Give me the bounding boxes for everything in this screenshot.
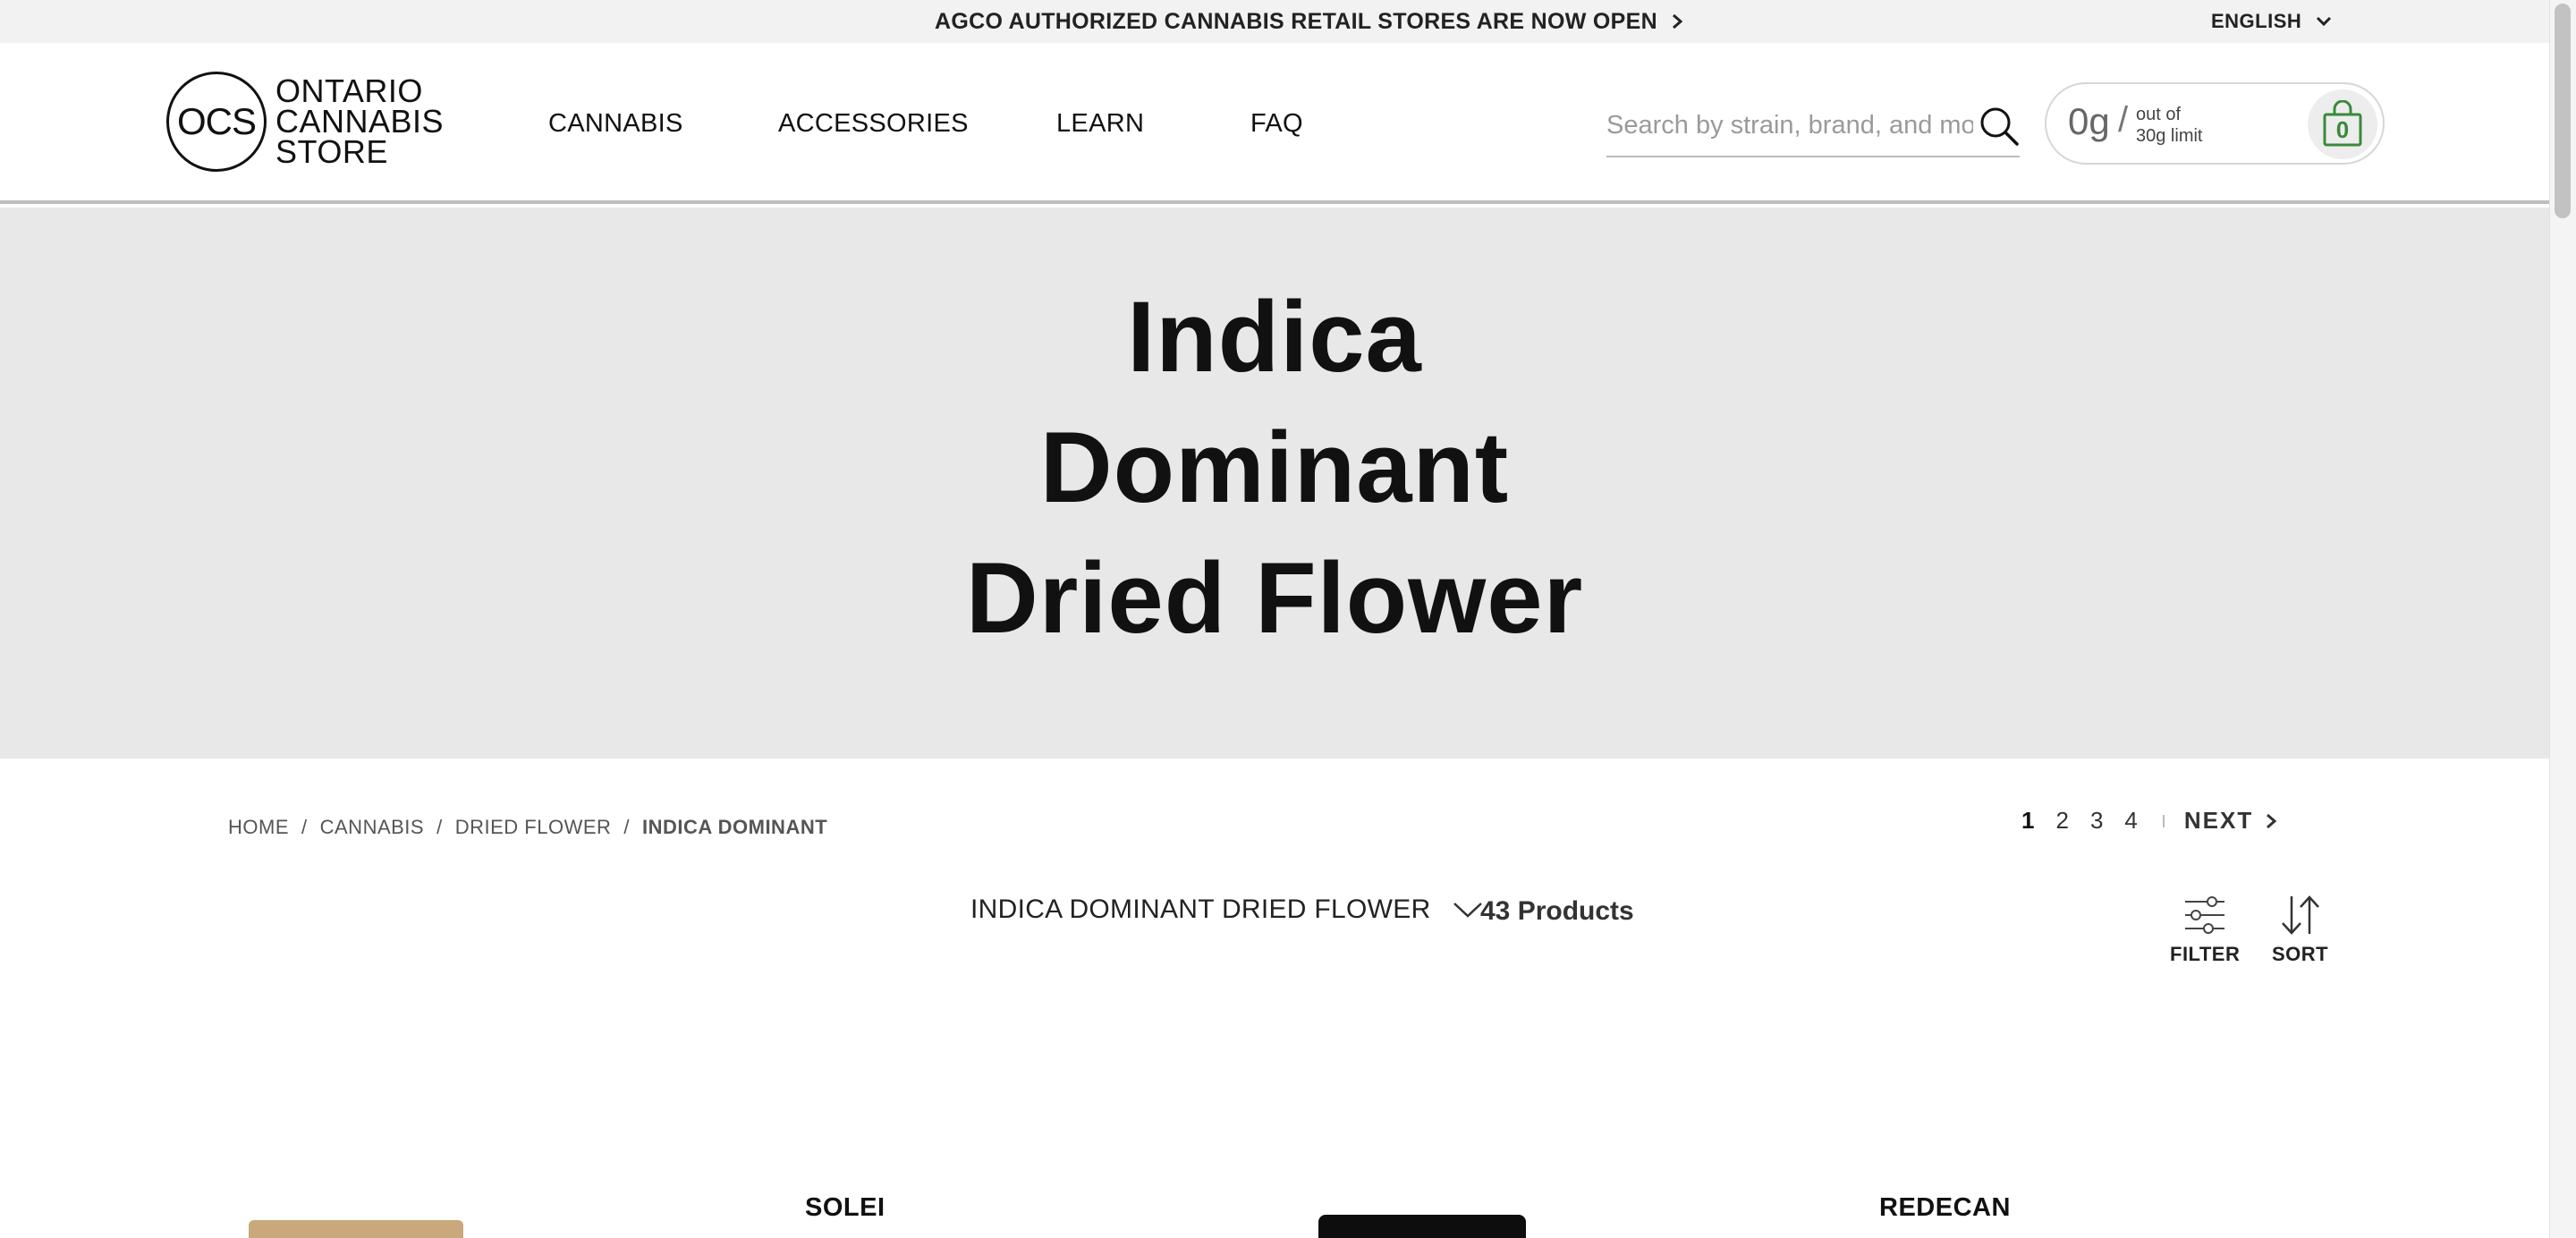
search-bar	[1606, 95, 2020, 157]
nav-accessories[interactable]: ACCESSORIES	[778, 109, 969, 139]
chevron-down-icon	[2317, 16, 2332, 27]
filter-button[interactable]: FILTER	[2170, 893, 2240, 966]
breadcrumb-separator: /	[301, 816, 308, 838]
pagination: 1 2 3 4 NEXT	[2021, 807, 2277, 835]
logo-mark: OCS	[166, 72, 267, 172]
hero-banner: Indica Dominant Dried Flower	[0, 208, 2549, 759]
page-title-line-1: Indica	[1127, 281, 1422, 393]
product-image[interactable]	[1318, 1215, 1526, 1238]
search-input[interactable]	[1606, 104, 1973, 147]
product-image[interactable]	[249, 1220, 463, 1238]
category-dropdown[interactable]: INDICA DOMINANT DRIED FLOWER	[970, 895, 1483, 925]
breadcrumb-dried-flower[interactable]: DRIED FLOWER	[455, 816, 612, 839]
cart-slash: /	[2118, 100, 2129, 140]
page-title: Indica Dominant Dried Flower	[0, 272, 2549, 664]
breadcrumb-separator: /	[436, 816, 443, 838]
language-selector[interactable]: ENGLISH	[2211, 0, 2332, 43]
page-title-line-2: Dominant	[1039, 411, 1510, 523]
nav-learn[interactable]: LEARN	[1056, 109, 1144, 139]
chevron-down-icon	[1453, 903, 1482, 918]
cart-limit-line-2: 30g limit	[2136, 126, 2203, 146]
breadcrumb-home[interactable]: HOME	[228, 816, 289, 839]
cart-summary[interactable]: 0g / out of 30g limit 0	[2045, 82, 2385, 165]
filter-label: FILTER	[2170, 943, 2241, 965]
page-title-line-3: Dried Flower	[965, 542, 1584, 654]
sort-arrows-icon	[2281, 895, 2319, 935]
pagination-divider	[2162, 814, 2165, 827]
search-icon[interactable]	[1979, 106, 2020, 147]
next-page-label: NEXT	[2183, 807, 2254, 834]
logo-wordmark: ONTARIO CANNABIS STORE	[275, 72, 445, 170]
chevron-right-icon	[1672, 13, 1683, 30]
cart-grams: 0g	[2068, 100, 2110, 142]
logo-line-2: CANNABIS	[275, 103, 445, 140]
product-count: 43 Products	[1480, 896, 1634, 926]
filter-sliders-icon	[2185, 896, 2225, 934]
ocs-logo[interactable]: OCS ONTARIO CANNABIS STORE	[166, 72, 444, 172]
product-brand[interactable]: REDECAN	[1879, 1193, 2011, 1223]
logo-line-3: STORE	[275, 133, 388, 170]
breadcrumb: HOME / CANNABIS / DRIED FLOWER / INDICA …	[228, 816, 827, 839]
page-link-2[interactable]: 2	[2055, 807, 2068, 835]
page-link-4[interactable]: 4	[2124, 807, 2137, 835]
page-link-3[interactable]: 3	[2090, 807, 2103, 835]
cart-button[interactable]: 0	[2308, 89, 2377, 159]
announcement-text: AGCO AUTHORIZED CANNABIS RETAIL STORES A…	[935, 8, 1657, 34]
nav-cannabis[interactable]: CANNABIS	[548, 109, 683, 139]
next-page-button[interactable]: NEXT	[2184, 807, 2277, 835]
cart-limit: out of 30g limit	[2136, 104, 2202, 147]
breadcrumb-current: INDICA DOMINANT	[642, 816, 828, 838]
page-link-1[interactable]: 1	[2021, 807, 2034, 835]
product-brand[interactable]: SOLEI	[805, 1193, 886, 1223]
language-label: ENGLISH	[2211, 10, 2302, 32]
nav-faq[interactable]: FAQ	[1250, 109, 1303, 139]
announcement-link[interactable]: AGCO AUTHORIZED CANNABIS RETAIL STORES A…	[935, 0, 1684, 43]
site-header: OCS ONTARIO CANNABIS STORE CANNABIS ACCE…	[0, 43, 2549, 204]
logo-line-1: ONTARIO	[275, 72, 423, 109]
breadcrumb-cannabis[interactable]: CANNABIS	[320, 816, 424, 839]
cart-count: 0	[2335, 115, 2350, 143]
announcement-bar: AGCO AUTHORIZED CANNABIS RETAIL STORES A…	[0, 0, 2549, 43]
sort-label: SORT	[2272, 943, 2329, 965]
category-dropdown-label: INDICA DOMINANT DRIED FLOWER	[970, 895, 1431, 924]
cart-limit-line-1: out of	[2136, 105, 2182, 124]
scrollbar-thumb[interactable]	[2555, 4, 2571, 218]
breadcrumb-separator: /	[623, 816, 631, 838]
sort-button[interactable]: SORT	[2272, 893, 2328, 966]
chevron-right-icon	[2267, 813, 2277, 828]
